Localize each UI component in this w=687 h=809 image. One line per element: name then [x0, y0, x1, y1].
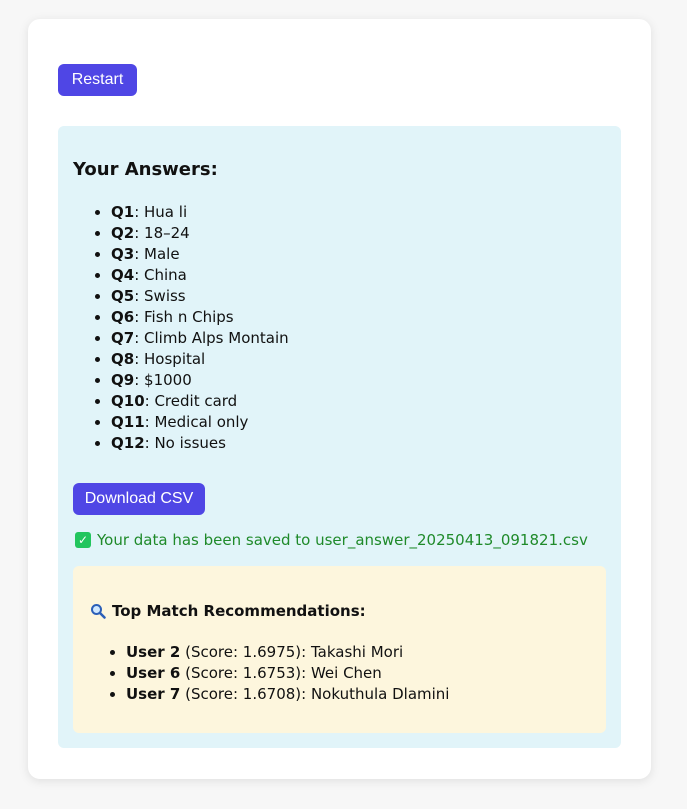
answer-item: Q2: 18–24 — [111, 223, 289, 244]
answer-value: : Male — [134, 245, 180, 263]
answer-item: Q5: Swiss — [111, 286, 289, 307]
recommendation-user: User 7 — [126, 685, 181, 703]
question-label: Q8 — [111, 350, 135, 368]
question-label: Q3 — [111, 245, 135, 263]
question-label: Q9 — [111, 371, 135, 389]
answer-value: : China — [134, 266, 187, 284]
restart-button[interactable]: Restart — [58, 64, 137, 96]
question-label: Q5 — [111, 287, 135, 305]
answer-value: : Medical only — [144, 413, 249, 431]
answer-item: Q9: $1000 — [111, 370, 289, 391]
answer-item: Q7: Climb Alps Montain — [111, 328, 289, 349]
answer-item: Q12: No issues — [111, 433, 289, 454]
saved-message: ✓ Your data has been saved to user_answe… — [75, 531, 588, 549]
answer-value: : 18–24 — [134, 224, 190, 242]
answer-item: Q10: Credit card — [111, 391, 289, 412]
recommendation-user: User 2 — [126, 643, 181, 661]
answer-value: : Credit card — [144, 392, 238, 410]
question-label: Q2 — [111, 224, 135, 242]
recommendation-detail: (Score: 1.6708): Nokuthula Dlamini — [180, 685, 450, 703]
question-label: Q10 — [111, 392, 145, 410]
answer-value: : Fish n Chips — [134, 308, 234, 326]
answers-title: Your Answers: — [73, 159, 218, 180]
recommendation-item: User 6 (Score: 1.6753): Wei Chen — [126, 663, 449, 684]
answer-value: : No issues — [144, 434, 226, 452]
answer-item: Q1: Hua li — [111, 202, 289, 223]
recommendation-item: User 2 (Score: 1.6975): Takashi Mori — [126, 642, 449, 663]
answers-list: Q1: Hua li Q2: 18–24 Q3: Male Q4: China … — [111, 202, 289, 454]
magnifier-icon — [91, 604, 106, 619]
main-card: Restart Your Answers: Q1: Hua li Q2: 18–… — [28, 19, 651, 779]
answer-item: Q3: Male — [111, 244, 289, 265]
recommendations-list: User 2 (Score: 1.6975): Takashi Mori Use… — [126, 642, 449, 705]
recommendation-detail: (Score: 1.6753): Wei Chen — [180, 664, 382, 682]
answer-value: : $1000 — [134, 371, 192, 389]
recommendations-title: Top Match Recommendations: — [90, 602, 366, 620]
answer-item: Q8: Hospital — [111, 349, 289, 370]
recommendation-item: User 7 (Score: 1.6708): Nokuthula Dlamin… — [126, 684, 449, 705]
answer-item: Q6: Fish n Chips — [111, 307, 289, 328]
recommendation-user: User 6 — [126, 664, 181, 682]
recommendations-panel: Top Match Recommendations: User 2 (Score… — [73, 566, 606, 733]
saved-message-text: Your data has been saved to user_answer_… — [97, 531, 588, 549]
question-label: Q1 — [111, 203, 135, 221]
recommendation-detail: (Score: 1.6975): Takashi Mori — [180, 643, 404, 661]
question-label: Q7 — [111, 329, 135, 347]
answer-value: : Swiss — [134, 287, 186, 305]
answers-panel: Your Answers: Q1: Hua li Q2: 18–24 Q3: M… — [58, 126, 621, 748]
question-label: Q12 — [111, 434, 145, 452]
answer-value: : Hospital — [134, 350, 206, 368]
answer-value: : Climb Alps Montain — [134, 329, 289, 347]
check-icon: ✓ — [75, 532, 91, 548]
answer-item: Q11: Medical only — [111, 412, 289, 433]
download-csv-button[interactable]: Download CSV — [73, 483, 205, 515]
question-label: Q4 — [111, 266, 135, 284]
question-label: Q11 — [111, 413, 145, 431]
answer-value: : Hua li — [134, 203, 188, 221]
answer-item: Q4: China — [111, 265, 289, 286]
recommendations-title-text: Top Match Recommendations: — [112, 602, 366, 620]
question-label: Q6 — [111, 308, 135, 326]
